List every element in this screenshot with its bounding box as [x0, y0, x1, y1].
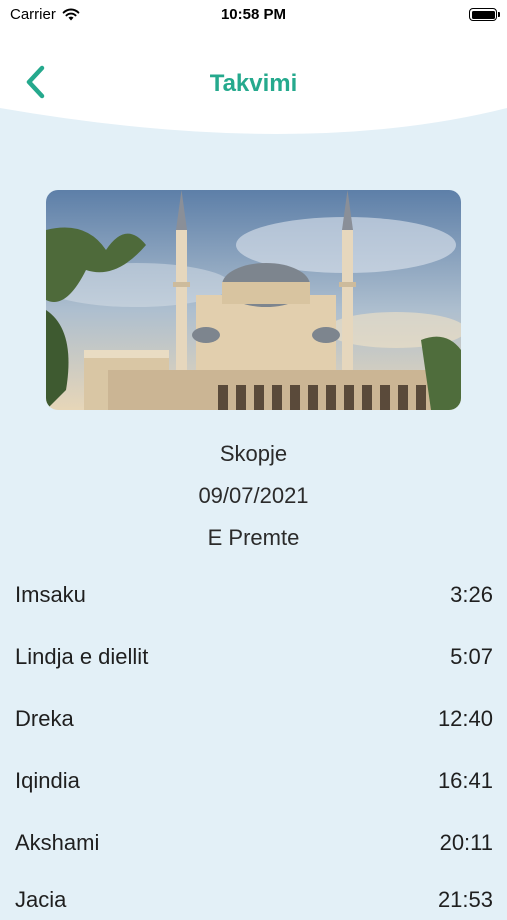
prayer-name: Lindja e diellit	[15, 644, 149, 669]
battery-icon	[469, 8, 500, 21]
weekday-label: E Premte	[207, 525, 300, 550]
prayer-name: Jacia	[15, 887, 67, 912]
prayer-name: Iqindia	[15, 768, 80, 793]
prayer-row-jacia: Jacia 21:53	[15, 880, 493, 920]
prayer-name: Dreka	[15, 706, 74, 731]
prayer-row-lindja: Lindja e diellit 5:07	[15, 637, 493, 677]
prayer-row-iqindia: Iqindia 16:41	[15, 761, 493, 801]
prayer-time: 16:41	[437, 768, 493, 793]
prayer-row-imsaku: Imsaku 3:26	[15, 575, 493, 615]
prayer-time: 3:26	[450, 582, 493, 607]
prayer-name: Akshami	[15, 830, 100, 855]
prayer-time: 5:07	[450, 644, 493, 669]
prayer-row-dreka: Dreka 12:40	[15, 699, 493, 739]
date-label: 09/07/2021	[198, 483, 309, 508]
prayer-row-akshami: Akshami 20:11	[15, 823, 493, 863]
prayer-time: 12:40	[437, 706, 493, 731]
status-bar: Carrier 10:58 PM	[0, 0, 507, 32]
page-title: Takvimi	[209, 70, 298, 97]
prayer-name: Imsaku	[15, 582, 86, 607]
prayer-time: 21:53	[437, 887, 493, 912]
status-time: 10:58 PM	[220, 6, 287, 23]
city-label: Skopje	[219, 441, 288, 466]
mosque-image	[46, 190, 461, 410]
prayer-time: 20:11	[439, 830, 493, 855]
